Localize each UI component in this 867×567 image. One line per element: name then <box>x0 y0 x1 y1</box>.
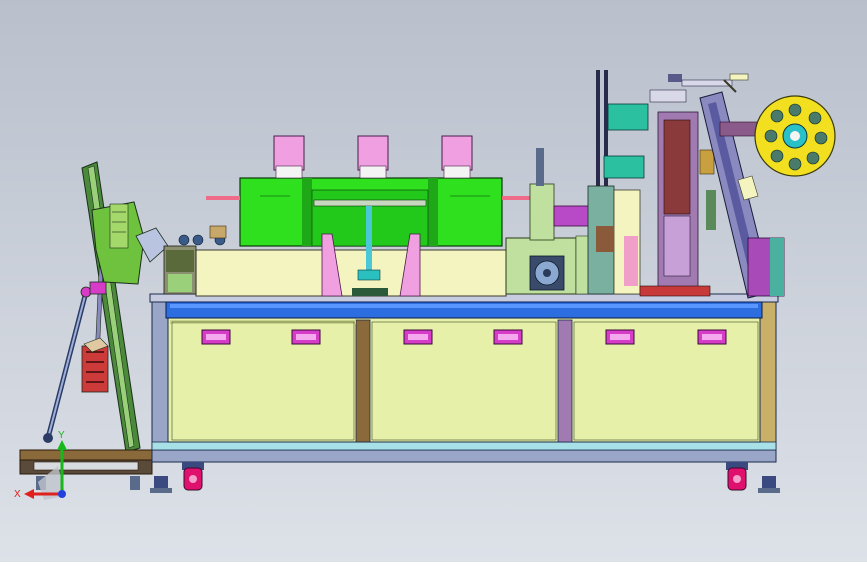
y-axis-label: Y <box>58 430 65 441</box>
cabinet <box>167 317 761 443</box>
cad-viewport[interactable]: X Y <box>0 0 867 562</box>
x-axis-label: X <box>14 489 21 500</box>
z-axis-dot <box>58 490 66 498</box>
tape-reel <box>754 95 836 177</box>
top-plate <box>149 293 779 319</box>
machine-drawing: X Y <box>0 0 867 562</box>
